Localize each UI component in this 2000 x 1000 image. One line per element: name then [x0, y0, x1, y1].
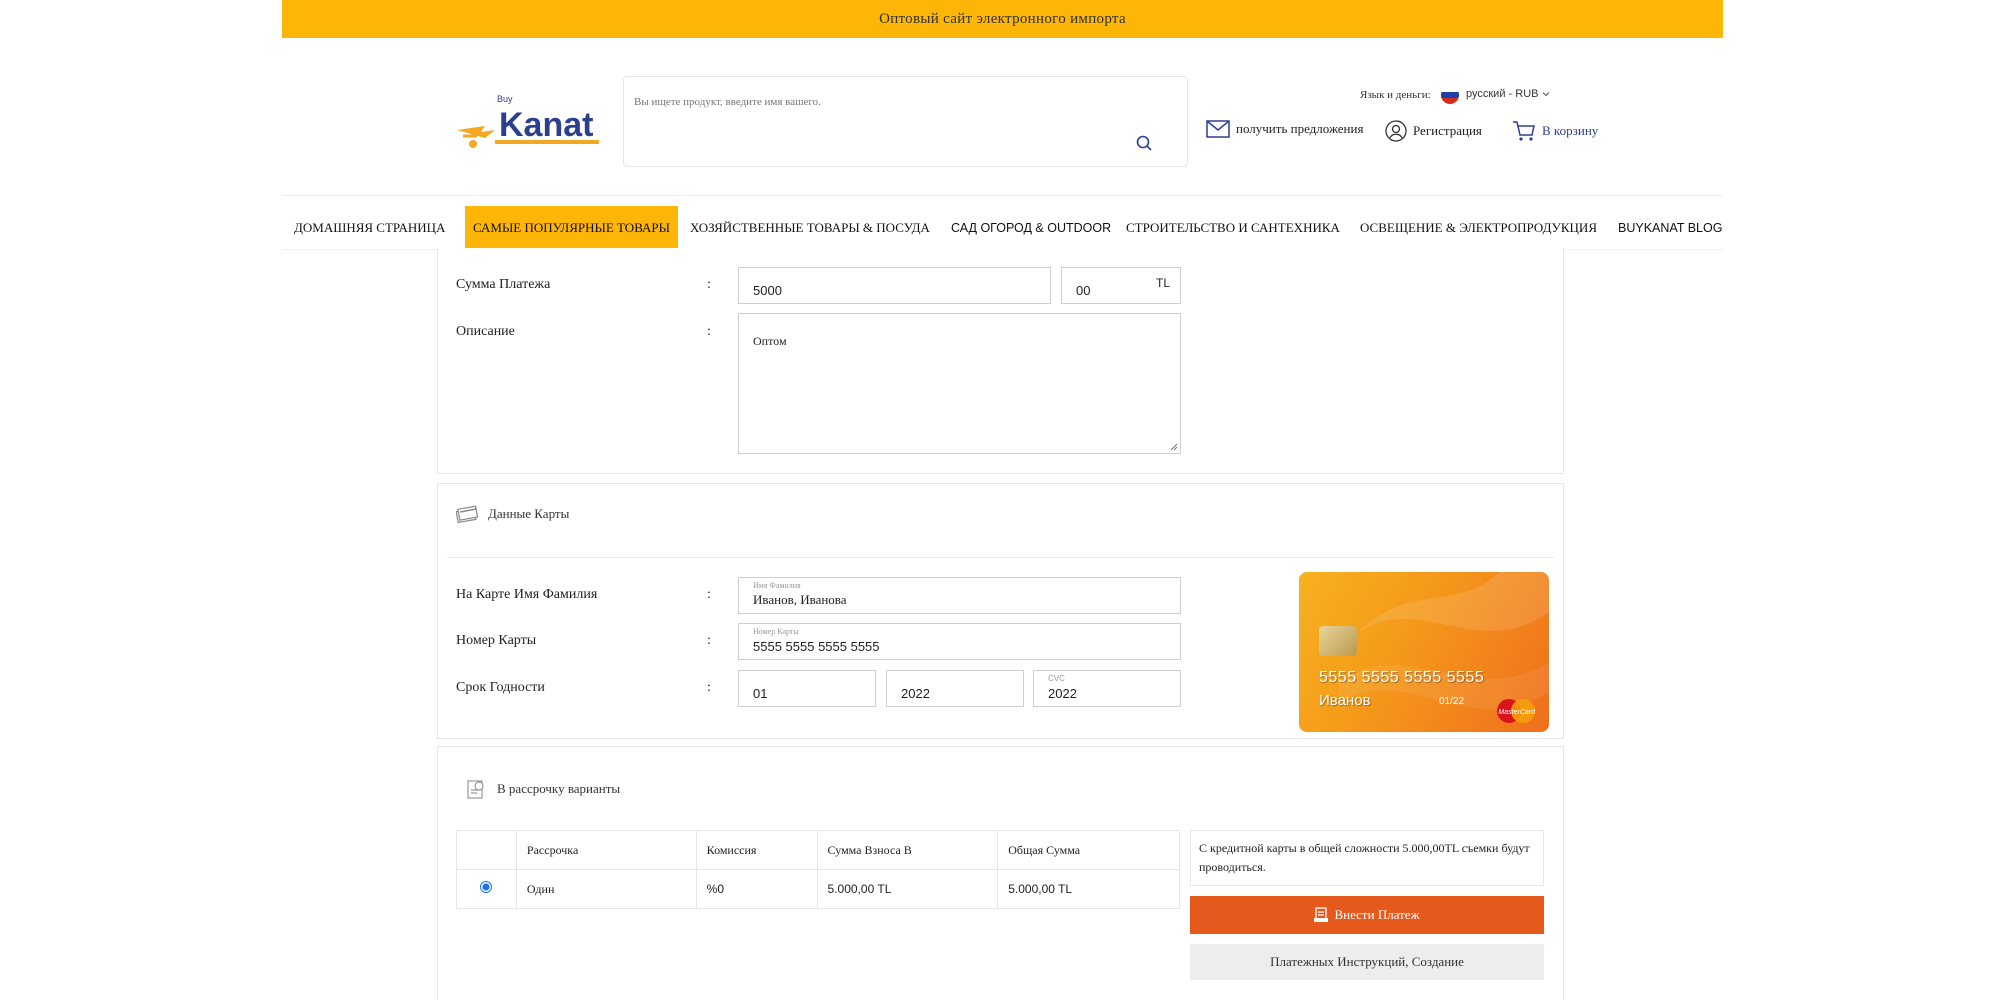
expiry-year-value: 2022 [901, 686, 930, 701]
card-preview-name: Иванов [1319, 692, 1371, 709]
russia-flag-icon[interactable] [1441, 86, 1459, 104]
card-section-label: Данные Карты [488, 506, 570, 521]
search-input[interactable] [634, 91, 1134, 113]
expiry-month-value: 01 [753, 686, 768, 701]
credit-card-icon [456, 505, 478, 523]
svg-text:Kanat: Kanat [499, 106, 593, 144]
description-value: Оптом [753, 334, 787, 348]
get-offers-label: получить предложения [1236, 121, 1364, 136]
amount-main-field[interactable]: 5000 [738, 267, 1051, 304]
create-instructions-label: Платежных Инструкций, Создание [1270, 954, 1464, 969]
installments-header-row: Рассрочка Комиссия Сумма Взноса В Общая … [456, 830, 1180, 870]
amount-cents-value: 00 [1076, 283, 1091, 298]
description-colon: : [707, 324, 711, 339]
nav-item-home[interactable]: ДОМАШНЯЯ СТРАНИЦА [294, 206, 445, 249]
amount-cents-field[interactable]: 00 TL [1061, 267, 1181, 304]
installment-commission: %0 [695, 869, 818, 909]
holder-label: На Карте Имя Фамилия [456, 587, 598, 602]
search-icon[interactable] [1135, 134, 1153, 152]
card-number-colon: : [707, 633, 711, 648]
nav-item-construction[interactable]: СТРОИТЕЛЬСТВО И САНТЕХНИКА [1126, 206, 1340, 249]
table-row[interactable]: Один %0 5.000,00 TL 5.000,00 TL [456, 869, 1180, 909]
amount-colon: : [707, 277, 711, 292]
installments-section-label: В рассрочку варианты [497, 781, 621, 796]
resize-grip-icon[interactable] [1170, 443, 1178, 451]
language-currency-value: русский - RUB [1466, 88, 1539, 100]
card-chip-icon [1319, 626, 1357, 656]
envelope-icon [1206, 120, 1230, 138]
nav-item-lighting[interactable]: ОСВЕЩЕНИЕ & ЭЛЕКТРОПРОДУКЦИЯ [1360, 206, 1597, 249]
installment-name: Один [515, 869, 697, 909]
top-banner: Оптовый сайт электронного импорта [282, 0, 1723, 38]
language-currency-select[interactable]: русский - RUB [1466, 88, 1550, 100]
nav-item-blog[interactable]: BUYKANAT BLOG [1618, 206, 1722, 249]
card-section-title: Данные Карты [456, 505, 569, 523]
get-offers-link[interactable]: получить предложения [1206, 120, 1363, 138]
user-icon [1385, 120, 1407, 142]
card-number-value: 5555 5555 5555 5555 [753, 639, 880, 654]
expiry-colon: : [707, 680, 711, 695]
col-select [456, 830, 517, 870]
installments-icon [467, 780, 484, 799]
holder-field[interactable]: Имя Фамилия Иванов, Иванова [738, 577, 1181, 614]
card-preview: 5555 5555 5555 5555 Иванов 01/22 MasterC… [1299, 572, 1549, 732]
cart-link[interactable]: В корзину [1512, 120, 1598, 142]
holder-colon: : [707, 587, 711, 602]
installments-section-title: В рассрочку варианты [465, 778, 620, 800]
receipt-icon [1314, 907, 1329, 922]
make-payment-label: Внести Платеж [1334, 907, 1420, 922]
expiry-month-field[interactable]: 01 [738, 670, 876, 707]
col-installment-amount: Сумма Взноса В [816, 830, 999, 870]
register-label: Регистрация [1413, 123, 1482, 138]
card-divider [447, 557, 1554, 558]
create-instructions-button[interactable]: Платежных Инструкций, Создание [1190, 944, 1544, 980]
total-info-box: С кредитной карты в общей сложности 5.00… [1190, 830, 1544, 886]
cart-label: В корзину [1542, 123, 1599, 138]
expiry-label: Срок Годности [456, 680, 545, 695]
description-label: Описание [456, 324, 515, 339]
card-preview-brand: MasterCard [1498, 709, 1535, 716]
nav-item-popular[interactable]: САМЫЕ ПОПУЛЯРНЫЕ ТОВАРЫ [465, 206, 678, 249]
cvc-field[interactable]: CVC 2022 [1033, 670, 1181, 707]
select-cell [456, 869, 517, 909]
col-installment: Рассрочка [515, 830, 697, 870]
col-total: Общая Сумма [997, 830, 1180, 870]
nav-item-garden[interactable]: САД ОГОРОД & OUTDOOR [951, 206, 1111, 249]
cvc-value: 2022 [1048, 686, 1077, 701]
card-number-label: Номер Карты [456, 633, 537, 648]
currency-suffix: TL [1155, 276, 1170, 290]
col-commission: Комиссия [695, 830, 818, 870]
make-payment-button[interactable]: Внести Платеж [1190, 896, 1544, 934]
holder-hint: Имя Фамилия [753, 581, 801, 590]
nav-item-household[interactable]: ХОЗЯЙСТВЕННЫЕ ТОВАРЫ & ПОСУДА [690, 206, 930, 249]
language-label: Язык и деньги: [1360, 89, 1431, 101]
svg-text:Buy: Buy [497, 94, 513, 104]
register-link[interactable]: Регистрация [1385, 120, 1482, 142]
installment-amount: 5.000,00 TL [816, 869, 999, 909]
total-info-text: С кредитной карты в общей сложности 5.00… [1199, 841, 1530, 874]
chevron-down-icon [1543, 92, 1550, 97]
installments-table: Рассрочка Комиссия Сумма Взноса В Общая … [456, 830, 1180, 909]
installment-total: 5.000,00 TL [997, 869, 1180, 909]
card-preview-number: 5555 5555 5555 5555 [1319, 669, 1485, 686]
amount-label: Сумма Платежа [456, 277, 551, 292]
cart-icon [1513, 121, 1535, 141]
expiry-year-field[interactable]: 2022 [886, 670, 1024, 707]
site-logo[interactable]: Buy Kanat [455, 92, 605, 150]
top-banner-text: Оптовый сайт электронного импорта [879, 10, 1126, 27]
cvc-hint: CVC [1048, 674, 1065, 683]
card-number-hint: Номер Карты [753, 627, 799, 636]
installment-radio[interactable] [480, 881, 493, 893]
search-box [623, 76, 1188, 167]
description-textarea[interactable]: Оптом [738, 313, 1181, 454]
holder-value: Иванов, Иванова [753, 592, 847, 607]
card-preview-expiry: 01/22 [1439, 696, 1465, 707]
main-navigation: ДОМАШНЯЯ СТРАНИЦА САМЫЕ ПОПУЛЯРНЫЕ ТОВАР… [282, 195, 1723, 250]
amount-main-value: 5000 [753, 283, 782, 298]
card-number-field[interactable]: Номер Карты 5555 5555 5555 5555 [738, 623, 1181, 660]
